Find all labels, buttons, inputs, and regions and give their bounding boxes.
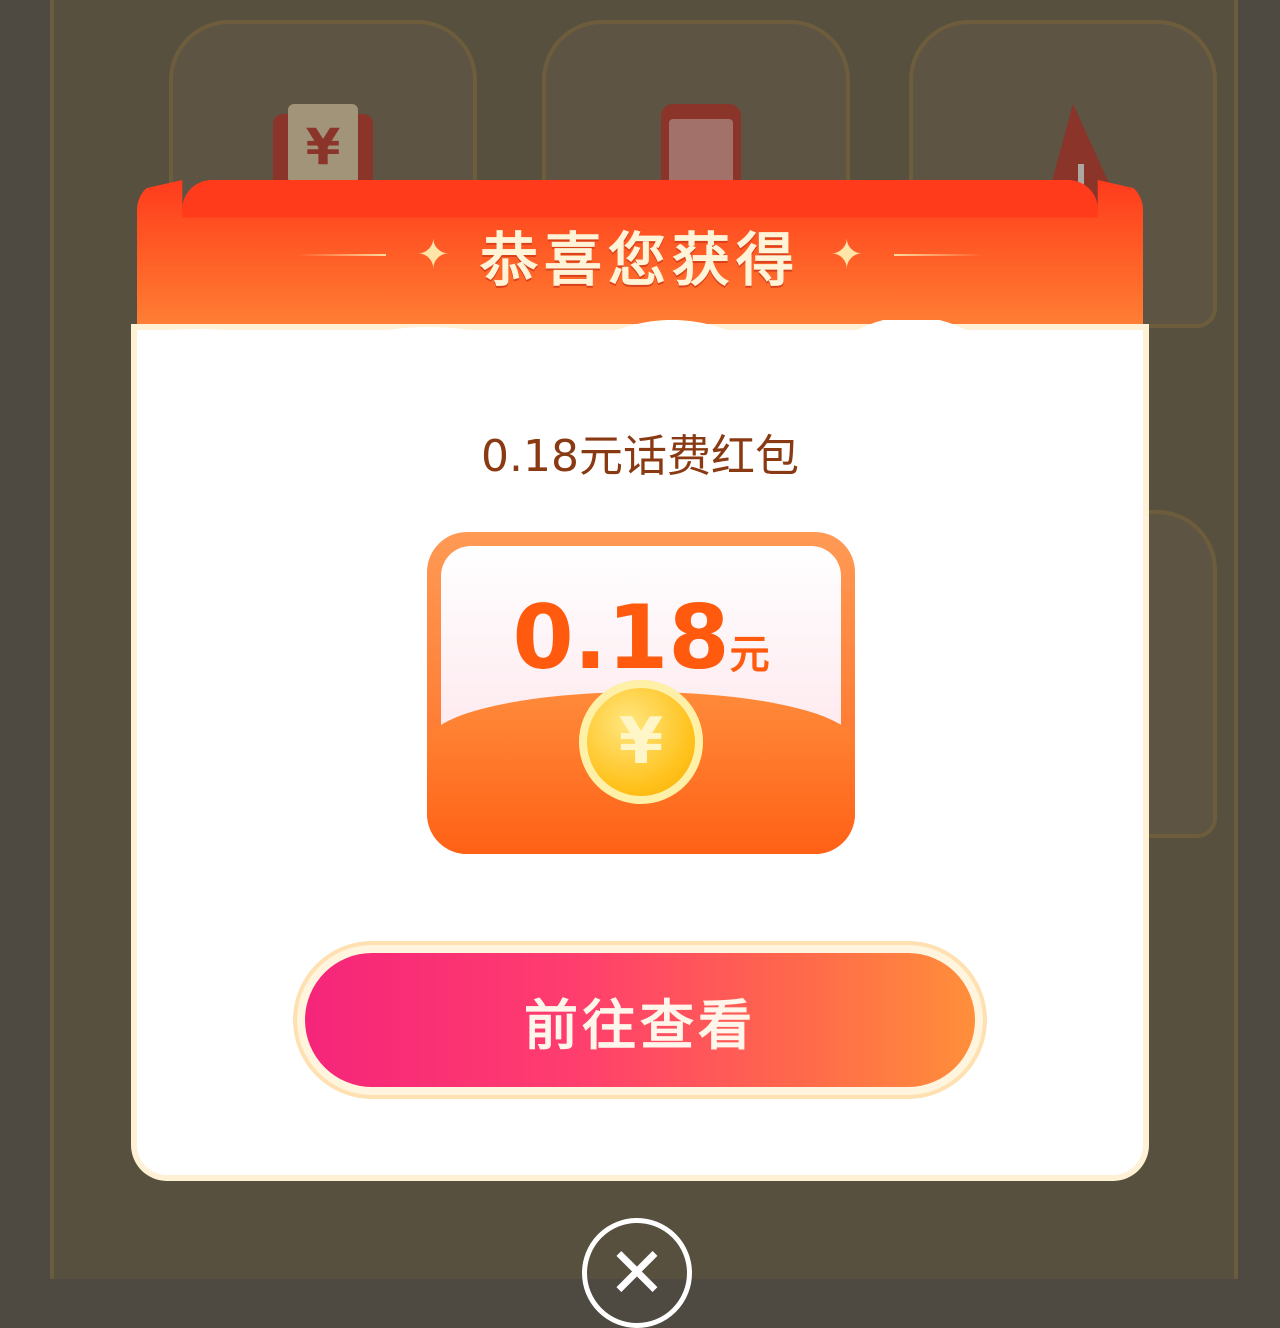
prize-name: 0.18元话费红包	[481, 431, 799, 482]
cta-button-frame: 前往查看	[297, 945, 983, 1095]
prize-modal: ✦ 恭喜您获得 ✦ 0.18元话费红包 0.18元 ¥ 前往查看	[137, 180, 1143, 1175]
yuan-coin-icon: ¥	[579, 680, 703, 804]
red-envelope: 0.18元 ¥	[427, 532, 855, 854]
amount-value: 0.18	[512, 586, 730, 689]
torn-paper-edge	[137, 320, 1143, 350]
title-row: ✦ 恭喜您获得 ✦	[137, 215, 1143, 295]
modal-title: 恭喜您获得	[479, 226, 800, 294]
close-icon[interactable]: ✕	[582, 1218, 692, 1328]
yuan-symbol: ¥	[306, 118, 341, 176]
sparkle-icon: ✦	[830, 232, 864, 278]
view-now-button[interactable]: 前往查看	[305, 953, 975, 1087]
coin-symbol: ¥	[618, 705, 664, 779]
prize-amount: 0.18元	[441, 586, 841, 689]
decor-line-right	[893, 254, 984, 256]
amount-unit: 元	[729, 632, 770, 678]
sparkle-icon: ✦	[416, 232, 450, 278]
decor-line-left	[296, 254, 387, 256]
